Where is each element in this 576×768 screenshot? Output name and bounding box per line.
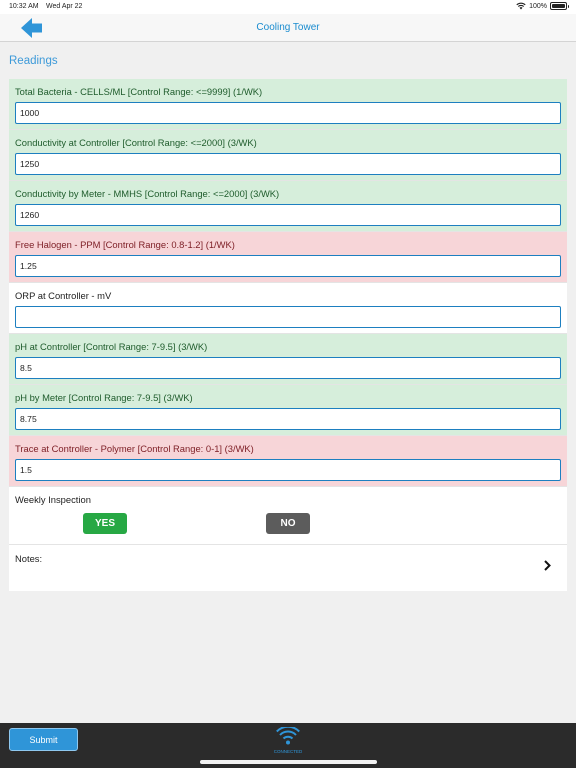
- status-bar: 10:32 AM Wed Apr 22 100%: [0, 0, 576, 14]
- reading-input[interactable]: [15, 459, 561, 481]
- home-indicator: [200, 760, 377, 764]
- reading-row: Total Bacteria - CELLS/ML [Control Range…: [9, 79, 567, 130]
- notes-row[interactable]: Notes:: [9, 545, 567, 591]
- weekly-inspection-row: Weekly Inspection YES NO: [9, 487, 567, 545]
- notes-label: Notes:: [15, 553, 43, 564]
- reading-input[interactable]: [15, 204, 561, 226]
- page-title: Cooling Tower: [256, 22, 320, 33]
- reading-row: Trace at Controller - Polymer [Control R…: [9, 436, 567, 487]
- status-indicators: 100%: [516, 2, 569, 10]
- reading-label: ORP at Controller - mV: [15, 290, 112, 301]
- submit-button[interactable]: Submit: [9, 728, 78, 751]
- reading-label: Conductivity by Meter - MMHS [Control Ra…: [15, 188, 280, 199]
- section-heading: Readings: [9, 55, 58, 67]
- connection-status: CONNECTED: [270, 725, 306, 754]
- weekly-inspection-label: Weekly Inspection: [15, 494, 91, 505]
- wifi-icon: [276, 725, 300, 745]
- wifi-status-icon: [516, 2, 526, 10]
- reading-input[interactable]: [15, 153, 561, 175]
- reading-label: pH by Meter [Control Range: 7-9.5] (3/WK…: [15, 392, 193, 403]
- reading-label: Free Halogen - PPM [Control Range: 0.8-1…: [15, 239, 235, 250]
- status-time: 10:32 AM: [9, 3, 39, 10]
- reading-row: ORP at Controller - mV: [9, 283, 567, 334]
- reading-input[interactable]: [15, 102, 561, 124]
- reading-label: Total Bacteria - CELLS/ML [Control Range…: [15, 86, 263, 97]
- reading-label: pH at Controller [Control Range: 7-9.5] …: [15, 341, 208, 352]
- readings-list: Total Bacteria - CELLS/ML [Control Range…: [9, 79, 567, 591]
- reading-input[interactable]: [15, 306, 561, 328]
- connection-label: CONNECTED: [273, 749, 303, 754]
- reading-label: Trace at Controller - Polymer [Control R…: [15, 443, 254, 454]
- chevron-right-icon: [544, 560, 551, 571]
- battery-icon: [550, 2, 569, 10]
- reading-row: Conductivity by Meter - MMHS [Control Ra…: [9, 181, 567, 232]
- reading-row: Free Halogen - PPM [Control Range: 0.8-1…: [9, 232, 567, 283]
- reading-row: Conductivity at Controller [Control Rang…: [9, 130, 567, 181]
- reading-label: Conductivity at Controller [Control Rang…: [15, 137, 257, 148]
- reading-input[interactable]: [15, 357, 561, 379]
- reading-input[interactable]: [15, 255, 561, 277]
- bottom-toolbar: Submit CONNECTED: [0, 723, 576, 768]
- main-content: Readings Total Bacteria - CELLS/ML [Cont…: [0, 43, 576, 723]
- reading-input[interactable]: [15, 408, 561, 430]
- reading-row: pH by Meter [Control Range: 7-9.5] (3/WK…: [9, 385, 567, 436]
- status-date: Wed Apr 22: [46, 3, 83, 10]
- battery-percent: 100%: [529, 2, 547, 10]
- navigation-bar: Cooling Tower: [0, 14, 576, 42]
- no-button[interactable]: NO: [266, 513, 310, 534]
- reading-row: pH at Controller [Control Range: 7-9.5] …: [9, 334, 567, 385]
- yes-button[interactable]: YES: [83, 513, 127, 534]
